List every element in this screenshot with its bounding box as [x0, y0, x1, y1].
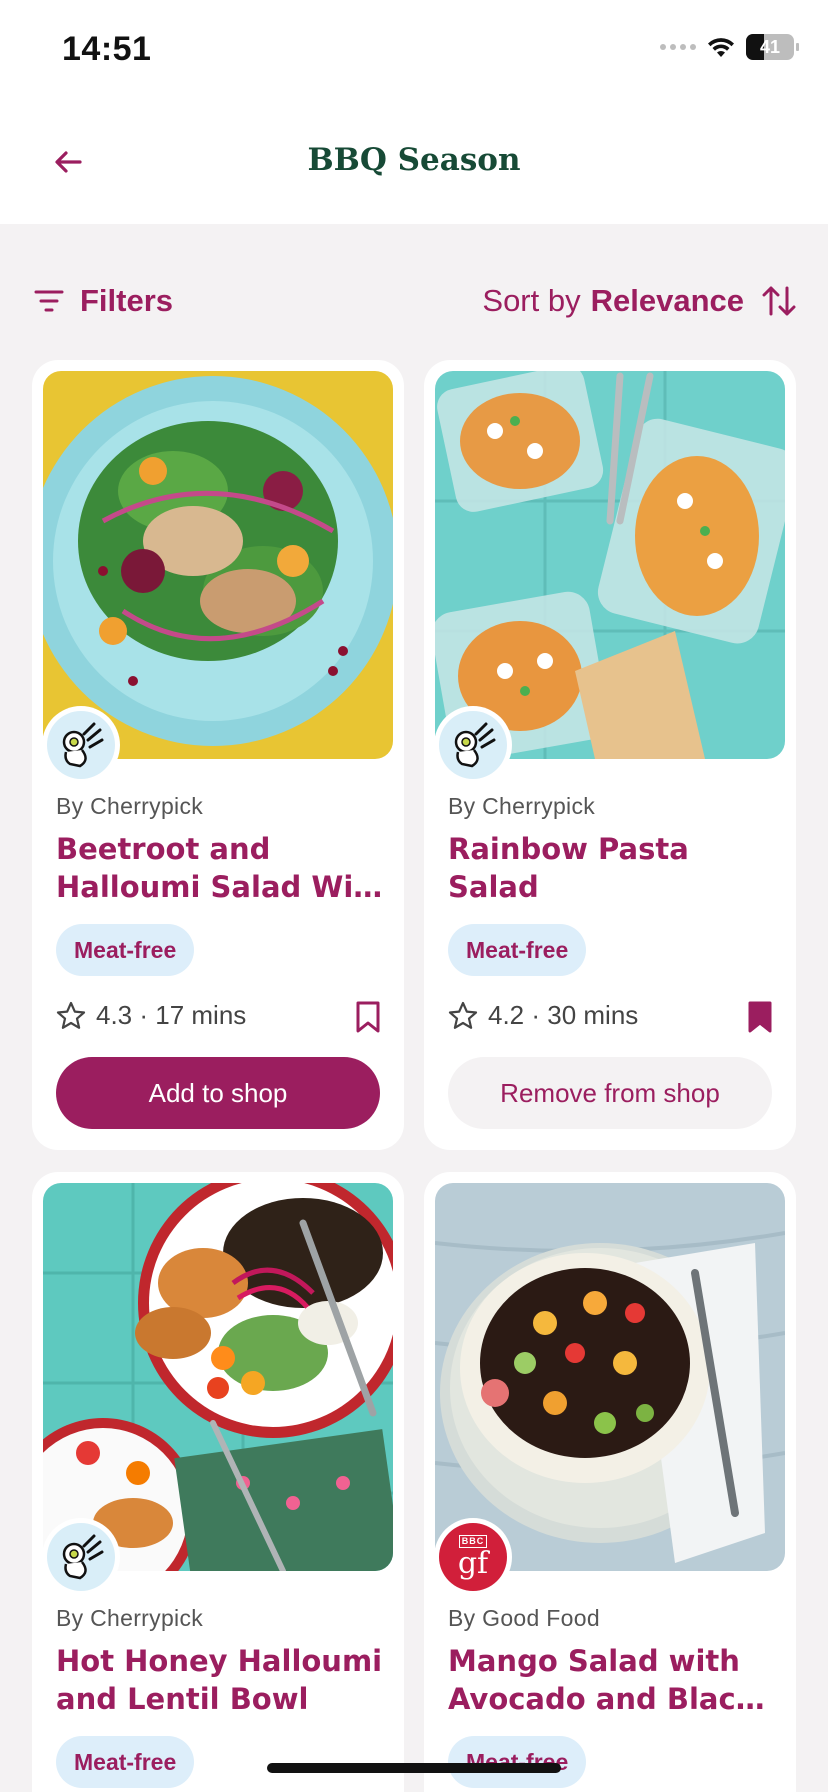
- page-title: BBQ Season: [307, 142, 521, 178]
- remove-from-shop-button[interactable]: Remove from shop: [448, 1057, 772, 1129]
- recipe-title[interactable]: Beetroot and Halloumi Salad Wi…: [56, 830, 386, 906]
- navigation-bar: BBQ Season: [0, 100, 828, 224]
- status-icons: 41: [660, 34, 799, 60]
- recipe-source: By Cherrypick: [56, 1605, 204, 1631]
- battery-level: 41: [759, 36, 781, 57]
- bookmark-outline-icon[interactable]: [354, 1000, 382, 1034]
- rating-and-time: 4.2 · 30 mins: [488, 1000, 639, 1030]
- cherrypick-logo-badge: [42, 706, 120, 784]
- recipe-card[interactable]: BBC gf By Good Food Mango Salad with Avo…: [424, 1172, 796, 1792]
- recipe-card[interactable]: By Cherrypick Hot Honey Halloumi and Len…: [32, 1172, 404, 1792]
- recipe-card[interactable]: By Cherrypick Rainbow Pasta Salad Meat-f…: [424, 360, 796, 1150]
- recipe-source: By Cherrypick: [56, 793, 204, 819]
- rating-and-time: 4.3 · 17 mins: [96, 1000, 247, 1030]
- star-icon: [448, 1001, 478, 1029]
- sort-arrows-icon: [762, 286, 796, 316]
- star-icon: [56, 1001, 86, 1029]
- recipe-image: [435, 1183, 785, 1571]
- cherrypick-logo-badge: [434, 706, 512, 784]
- ok-hand-icon: [62, 722, 104, 768]
- ok-hand-icon: [454, 722, 496, 768]
- bookmark-filled-icon[interactable]: [746, 1000, 774, 1034]
- diet-tag: Meat-free: [448, 924, 587, 976]
- recipe-card[interactable]: By Cherrypick Beetroot and Halloumi Sala…: [32, 360, 404, 1150]
- diet-tag: Meat-free: [56, 924, 195, 976]
- cellular-signal-icon: [660, 44, 696, 50]
- good-food-logo-text: gf: [457, 1545, 489, 1581]
- diet-tag: Meat-free: [448, 1736, 587, 1788]
- sort-prefix: Sort by: [482, 283, 581, 318]
- filter-sort-toolbar: Filters Sort by Relevance: [34, 278, 796, 324]
- cherrypick-logo-badge: [42, 1518, 120, 1596]
- recipe-meta: 4.3 · 17 mins: [56, 1000, 246, 1031]
- add-to-shop-button[interactable]: Add to shop: [56, 1057, 380, 1129]
- status-time: 14:51: [62, 30, 152, 68]
- filter-icon: [34, 290, 64, 312]
- wifi-icon: [708, 38, 734, 57]
- sort-button[interactable]: Sort by Relevance: [482, 283, 796, 319]
- ok-hand-icon: [62, 1534, 104, 1580]
- recipe-source: By Cherrypick: [448, 793, 596, 819]
- recipe-image: [43, 371, 393, 759]
- home-indicator[interactable]: [267, 1763, 561, 1773]
- recipe-meta: 4.2 · 30 mins: [448, 1000, 638, 1031]
- sort-value: Relevance: [590, 283, 744, 318]
- recipe-title[interactable]: Mango Salad with Avocado and Blac…: [448, 1642, 778, 1718]
- status-bar: 14:51 41: [0, 0, 828, 100]
- recipe-image: [435, 371, 785, 759]
- filters-button[interactable]: Filters: [34, 283, 173, 319]
- recipe-title[interactable]: Hot Honey Halloumi and Lentil Bowl: [56, 1642, 386, 1718]
- recipe-title[interactable]: Rainbow Pasta Salad: [448, 830, 698, 906]
- recipe-image: [43, 1183, 393, 1571]
- diet-tag: Meat-free: [56, 1736, 195, 1788]
- bbc-good-food-logo-badge: BBC gf: [434, 1518, 512, 1596]
- recipe-source: By Good Food: [448, 1605, 600, 1631]
- battery-icon: 41: [746, 34, 799, 60]
- filters-label: Filters: [80, 283, 174, 318]
